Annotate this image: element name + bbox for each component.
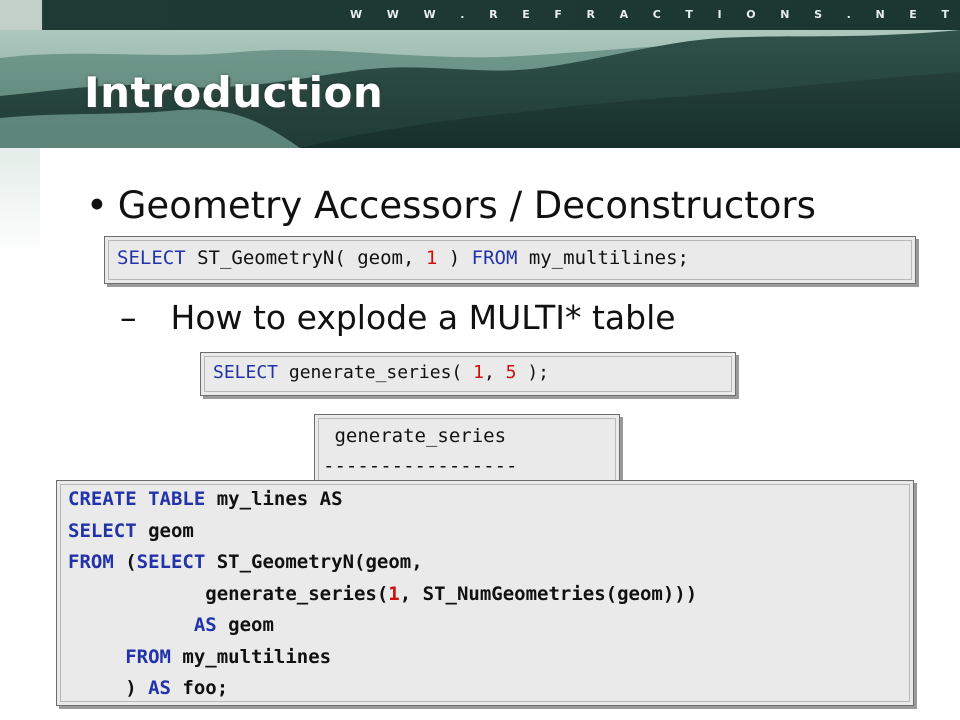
- code-text: ST_GeometryN(geom,: [205, 551, 423, 573]
- code-box-create-table: CREATE TABLE my_lines AS SELECT geom FROM …: [56, 480, 914, 706]
- result-separator: -----------------: [323, 455, 518, 477]
- code-keyword: SELECT: [117, 247, 186, 269]
- code-text: generate_series(: [68, 582, 389, 605]
- sub-bullet-dash-icon: –: [120, 298, 137, 337]
- code-line: ) AS foo;: [68, 673, 913, 705]
- code-text: foo;: [170, 677, 229, 699]
- code-keyword: SELECT: [213, 362, 279, 383]
- result-column-header: generate_series: [323, 425, 507, 447]
- code-text: ,: [483, 362, 506, 383]
- code-line: CREATE TABLE my_lines AS: [68, 484, 913, 516]
- code-text: , ST_NumGeometries(geom))): [399, 582, 698, 605]
- header-banner: W W W . R E F R A C T I O N S . N E T In…: [0, 0, 960, 148]
- code-line: FROM my_multilines: [68, 642, 913, 674]
- code-keyword: FROM: [471, 247, 518, 269]
- code-number: 1: [425, 247, 438, 269]
- code-text: (: [113, 551, 137, 573]
- site-url: W W W . R E F R A C T I O N S . N E T: [350, 8, 960, 21]
- code-text: generate_series(: [278, 362, 474, 383]
- code-box-generate-series: SELECT generate_series( 1, 5 );: [200, 352, 736, 396]
- code-line: AS geom: [68, 610, 913, 642]
- code-number: 1: [473, 362, 484, 383]
- code-text: ): [437, 247, 472, 269]
- code-text: geom: [136, 519, 194, 542]
- code-text: my_lines: [205, 488, 320, 510]
- main-bullet: • Geometry Accessors / Deconstructors: [86, 184, 816, 227]
- bullet-dot-icon: •: [86, 184, 108, 227]
- code-box-select-geometryn: SELECT ST_GeometryN( geom, 1 ) FROM my_m…: [104, 236, 916, 284]
- code-text: ): [68, 677, 149, 699]
- code-text: my_multilines;: [517, 247, 689, 269]
- code-line: SELECT geom: [68, 516, 913, 548]
- code-keyword: CREATE TABLE: [68, 488, 206, 510]
- code-text: ST_GeometryN( geom,: [185, 247, 426, 269]
- slide-title: Introduction: [84, 68, 384, 117]
- code-keyword: FROM: [125, 645, 171, 668]
- code-keyword: FROM: [68, 551, 114, 573]
- code-line: generate_series(1, ST_NumGeometries(geom…: [68, 579, 913, 611]
- code-line: FROM (SELECT ST_GeometryN(geom,: [68, 547, 913, 579]
- code-keyword: SELECT: [136, 551, 206, 573]
- code-keyword: SELECT: [68, 519, 137, 542]
- main-bullet-text: Geometry Accessors / Deconstructors: [117, 184, 816, 227]
- code-number: 1: [388, 582, 400, 605]
- code-text: geom: [216, 614, 274, 636]
- code-keyword: AS: [148, 677, 171, 699]
- sub-bullet: – How to explode a MULTI* table: [120, 298, 676, 337]
- sub-bullet-text: How to explode a MULTI* table: [170, 298, 676, 337]
- code-number: 5: [505, 362, 517, 383]
- sidebar-fade: [0, 148, 40, 258]
- code-text: AS: [319, 488, 343, 510]
- code-text: );: [516, 362, 549, 383]
- code-keyword: AS: [193, 614, 217, 636]
- code-text: my_multilines: [170, 645, 332, 668]
